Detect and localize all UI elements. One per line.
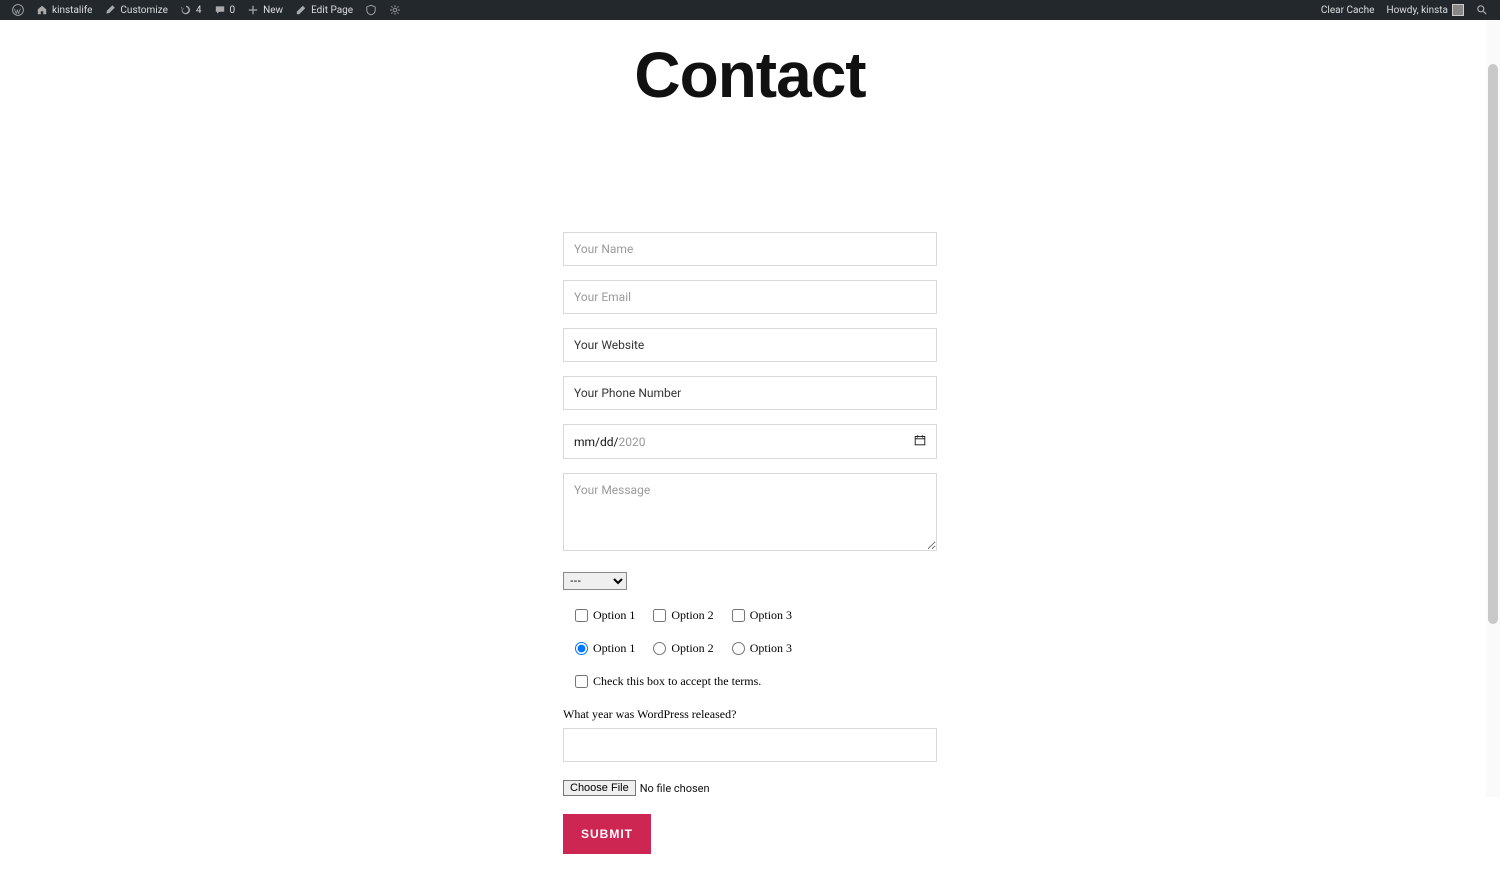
site-name-link[interactable]: kinstalife [30, 4, 98, 16]
quiz-question: What year was WordPress released? [563, 707, 937, 722]
checkbox-option-1[interactable]: Option 1 [575, 608, 635, 623]
account-link[interactable]: Howdy, kinsta [1380, 4, 1470, 16]
edit-page-link[interactable]: Edit Page [289, 4, 359, 16]
checkbox-option-3[interactable]: Option 3 [732, 608, 792, 623]
updates-icon [180, 4, 192, 16]
site-name-text: kinstalife [52, 5, 92, 16]
search-toggle[interactable] [1470, 4, 1494, 16]
scrollbar[interactable] [1486, 20, 1500, 797]
customize-link[interactable]: Customize [98, 4, 173, 16]
edit-page-text: Edit Page [311, 5, 353, 16]
plugin-icon-1[interactable] [359, 4, 383, 16]
pencil-icon [295, 4, 307, 16]
message-input[interactable] [563, 473, 937, 551]
submit-button[interactable]: SUBMIT [563, 814, 651, 854]
new-text: New [263, 5, 283, 16]
file-status: No file chosen [640, 782, 710, 795]
avatar [1452, 4, 1464, 16]
scrollbar-thumb[interactable] [1488, 64, 1498, 624]
page-title: Contact [0, 38, 1500, 112]
terms-checkbox-row[interactable]: Check this box to accept the terms. [563, 674, 937, 689]
new-link[interactable]: New [241, 4, 289, 16]
admin-bar-left: kinstalife Customize 4 0 New Edit Page [6, 4, 407, 16]
radio-option-3[interactable]: Option 3 [732, 641, 792, 656]
updates-link[interactable]: 4 [174, 4, 208, 16]
radio-group: Option 1 Option 2 Option 3 [563, 641, 937, 656]
clear-cache-text: Clear Cache [1321, 5, 1375, 16]
contact-form: mm/dd/2020 --- Option 1 Option 2 Option … [563, 232, 937, 854]
choose-file-button[interactable]: Choose File [563, 780, 636, 796]
plugin-icon-2[interactable] [383, 4, 407, 16]
admin-bar-right: Clear Cache Howdy, kinsta [1315, 4, 1494, 16]
wp-admin-bar: kinstalife Customize 4 0 New Edit Page [0, 0, 1500, 20]
name-input[interactable] [563, 232, 937, 266]
calendar-icon [914, 434, 926, 449]
customize-text: Customize [120, 5, 167, 16]
gear-icon [389, 4, 401, 16]
terms-label: Check this box to accept the terms. [593, 674, 761, 689]
terms-checkbox[interactable] [575, 675, 588, 688]
howdy-text: Howdy, kinsta [1386, 5, 1448, 16]
checkbox-group: Option 1 Option 2 Option 3 [563, 608, 937, 623]
radio-option-2[interactable]: Option 2 [653, 641, 713, 656]
plus-icon [247, 4, 259, 16]
dropdown-select[interactable]: --- [563, 572, 627, 590]
comments-count: 0 [230, 5, 236, 16]
email-input[interactable] [563, 280, 937, 314]
home-icon [36, 4, 48, 16]
radio-option-1[interactable]: Option 1 [575, 641, 635, 656]
page-content: Contact mm/dd/2020 --- Option 1 Option 2… [0, 38, 1500, 854]
updates-count: 4 [196, 5, 202, 16]
phone-input[interactable] [563, 376, 937, 410]
file-upload-row: Choose File No file chosen [563, 780, 937, 796]
comment-icon [214, 4, 226, 16]
wp-logo[interactable] [6, 4, 30, 16]
quiz-input[interactable] [563, 728, 937, 762]
search-icon [1476, 4, 1488, 16]
brush-icon [104, 4, 116, 16]
date-input[interactable]: mm/dd/2020 [563, 424, 937, 459]
wordpress-icon [12, 4, 24, 16]
date-display: mm/dd/2020 [574, 435, 645, 449]
comments-link[interactable]: 0 [208, 4, 242, 16]
checkbox-option-2[interactable]: Option 2 [653, 608, 713, 623]
website-input[interactable] [563, 328, 937, 362]
shield-icon [365, 4, 377, 16]
clear-cache-link[interactable]: Clear Cache [1315, 5, 1381, 16]
